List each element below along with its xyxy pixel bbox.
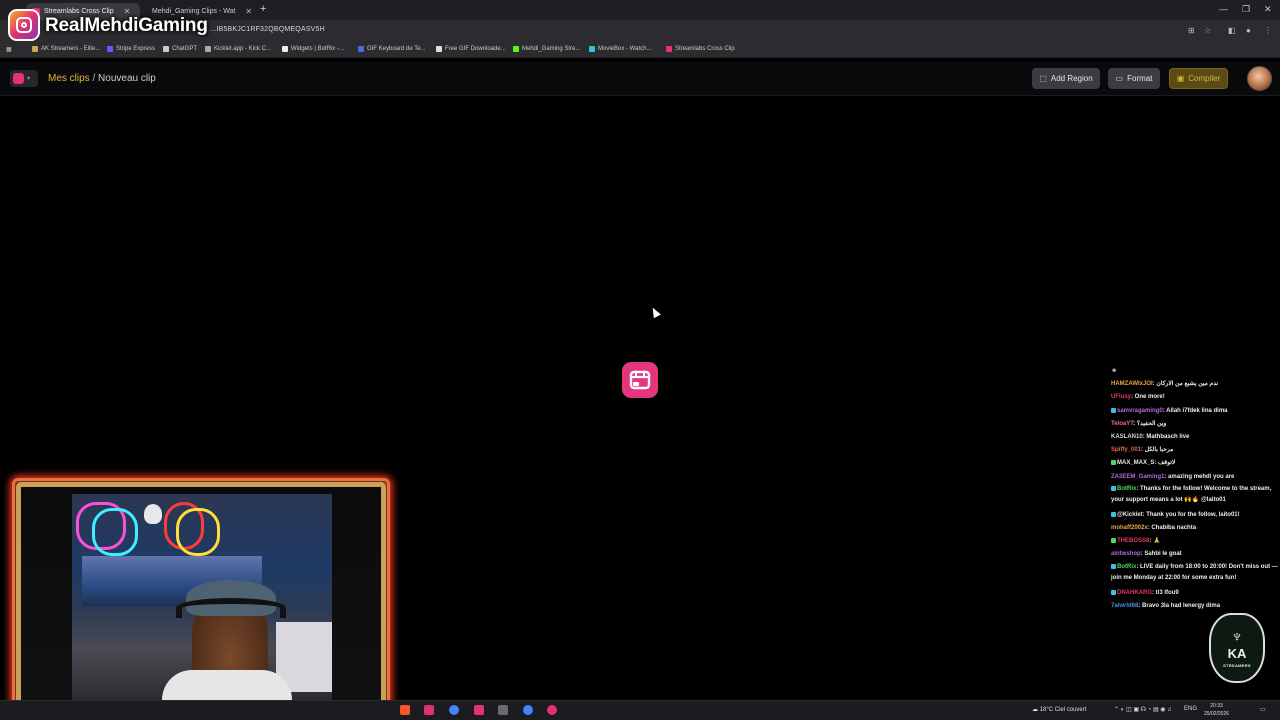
streamer-shirt — [162, 670, 292, 702]
app-menu-button[interactable]: ▾ — [10, 70, 38, 87]
badge-icon — [1111, 407, 1116, 413]
bookmark-item[interactable]: AK Streamers - Elite... — [32, 46, 100, 52]
bookmark-item[interactable]: Mehdi_Gaming Stre... — [513, 46, 580, 52]
cloud-icon: ☁ — [1032, 707, 1038, 713]
chevron-down-icon: ▾ — [27, 76, 31, 82]
breadcrumb-separator: / — [89, 73, 99, 84]
bookmark-item[interactable]: Free GIF Downloade... — [436, 46, 506, 52]
format-button[interactable]: ▭ Format — [1108, 68, 1160, 89]
bookmark-item[interactable]: Streamlabs Cross Clip — [666, 46, 735, 52]
language-indicator[interactable]: ENG — [1184, 706, 1197, 712]
headphones-icon — [176, 598, 286, 618]
close-window-icon[interactable]: ✕ — [1264, 4, 1272, 15]
new-tab-icon[interactable]: + — [260, 3, 266, 15]
bookmark-favicon-icon — [436, 46, 442, 52]
chat-message: MAX_MAX_S: لاتوقف — [1111, 457, 1279, 470]
stream-chat: ☻ HAMZAWIxJOI: ندم مين يشبع من الاركان U… — [1111, 365, 1279, 625]
mouse-cursor-icon — [649, 305, 661, 319]
badge-icon — [1111, 538, 1116, 544]
bookmark-item[interactable]: Widgets | BotRix -... — [282, 46, 344, 52]
translate-icon[interactable]: ⊞ — [1188, 26, 1195, 35]
chat-top-icon: ☻ — [1111, 368, 1118, 374]
profile-icon[interactable]: ● — [1246, 26, 1251, 35]
bookmark-item[interactable]: GIF Keyboard de Te... — [358, 46, 426, 52]
bookmark-item[interactable]: Stripe Express — [107, 46, 155, 52]
film-icon: ▣ — [1176, 74, 1185, 83]
crop-icon: ⬚ — [1039, 74, 1047, 83]
chat-message: UFlusy: One more! — [1111, 394, 1165, 401]
chat-message: HAMZAWIxJOI: ندم مين يشبع من الاركان — [1111, 381, 1219, 388]
chat-message: DNAHKARG: ti3 lfou9 — [1111, 587, 1279, 600]
chat-message: aintwshop: Sahbi le goat — [1111, 551, 1182, 558]
brave-icon[interactable] — [400, 705, 410, 715]
close-tab-icon[interactable]: ✕ — [245, 7, 252, 16]
instagram-app-icon[interactable] — [424, 705, 434, 715]
chrome-icon[interactable] — [449, 705, 459, 715]
eagle-icon: ♆ — [1230, 627, 1244, 646]
extension-icon[interactable]: ◧ — [1228, 26, 1236, 35]
windows-taskbar — [0, 700, 1280, 720]
bookmark-favicon-icon — [358, 46, 364, 52]
chat-message: samvragaming0: Allah i7fdek lina dima — [1111, 405, 1279, 418]
crossclip-logo-icon — [13, 73, 24, 84]
avatar[interactable] — [1247, 66, 1272, 91]
bookmark-favicon-icon — [589, 46, 595, 52]
chat-message: BotRix: Thanks for the follow! Welcome t… — [1111, 485, 1272, 504]
bookmark-favicon-icon — [163, 46, 169, 52]
bookmark-favicon-icon — [107, 46, 113, 52]
badge-icon — [1111, 589, 1116, 595]
chat-message: ZA3EEM_Gaming1: amazing mehdi you are — [1111, 473, 1235, 480]
instagram-icon — [8, 9, 40, 41]
loading-logo-icon — [622, 362, 658, 398]
bookmark-item[interactable]: Kicklet.app - Kick C... — [205, 46, 271, 52]
apps-grid-icon[interactable]: ▦ — [6, 46, 12, 53]
badge-icon — [1111, 511, 1116, 517]
bookmark-item[interactable]: ChatGPT — [163, 46, 197, 52]
clock[interactable]: 20:33 25/02/2026 — [1204, 702, 1229, 718]
breadcrumb: Mes clips / Nouveau clip — [48, 73, 156, 84]
chat-message: TeloaYT: وين الحفيد؟ — [1111, 420, 1167, 427]
layout-icon: ▭ — [1115, 74, 1124, 83]
tray-icons[interactable]: ⌃ ◐ ◫ ▣ ☊ ◔ ▤ ◉ ♫ — [1114, 706, 1172, 713]
chat-message: KASLAN10: Mathbasch live — [1111, 434, 1190, 441]
badge-icon — [1111, 485, 1116, 491]
chat-message: mohaff2002x: Chabiba nachta — [1111, 525, 1197, 532]
chrome-profile-icon[interactable] — [547, 705, 557, 715]
skull-decoration — [144, 504, 162, 524]
breadcrumb-my-clips[interactable]: Mes clips — [48, 73, 90, 84]
chat-message: Spiffy_001: مرحبا بالكل — [1111, 447, 1174, 454]
bookmark-favicon-icon — [32, 46, 38, 52]
weather-widget[interactable]: ☁ 18°C Ciel couvert — [1032, 706, 1086, 713]
chat-message: BotRix: LIVE daily from 18:00 to 20:00! … — [1111, 563, 1278, 582]
chrome-active-icon[interactable] — [523, 705, 533, 715]
tab-title: Mehdi_Gaming Clips - Wat — [152, 8, 236, 15]
bookmark-item[interactable]: MovieBox - Watch... — [589, 46, 651, 52]
chat-message: THEBOSS8: 🙏 — [1111, 535, 1279, 548]
url-field[interactable]: ...IB5BKJC1RF32QBQMEQASV5H — [210, 26, 325, 33]
chat-message: 7alwrld68: Bravo 3la had lenergy dima — [1111, 602, 1221, 609]
bookmark-star-icon[interactable]: ☆ — [1204, 26, 1211, 35]
file-explorer-icon[interactable] — [498, 705, 508, 715]
bookmark-favicon-icon — [282, 46, 288, 52]
breadcrumb-current: Nouveau clip — [98, 73, 156, 84]
bookmark-favicon-icon — [666, 46, 672, 52]
notifications-icon[interactable]: ▭ — [1260, 706, 1266, 713]
badge-icon — [1111, 563, 1116, 569]
chat-message: @Kicklet: Thank you for the follow, lait… — [1111, 509, 1279, 522]
ka-streamers-logo-icon: ♆ KA STREAMERS — [1209, 613, 1265, 683]
tab-title: Streamlabs Cross Clip — [44, 8, 114, 15]
bookmark-favicon-icon — [205, 46, 211, 52]
channel-name: RealMehdiGaming — [45, 15, 208, 36]
webcam-video — [72, 494, 332, 702]
badge-icon — [1111, 460, 1116, 466]
maximize-icon[interactable]: ❐ — [1242, 4, 1250, 15]
compile-button[interactable]: ▣ Compiler — [1169, 68, 1228, 89]
app-icon[interactable] — [474, 705, 484, 715]
minimize-icon[interactable]: — — [1219, 4, 1228, 14]
menu-icon[interactable]: ⋮ — [1264, 26, 1272, 35]
bookmark-favicon-icon — [513, 46, 519, 52]
screen: Streamlabs Cross Clip ✕ Mehdi_Gaming Cli… — [0, 0, 1280, 720]
add-region-button[interactable]: ⬚ Add Region — [1032, 68, 1100, 89]
